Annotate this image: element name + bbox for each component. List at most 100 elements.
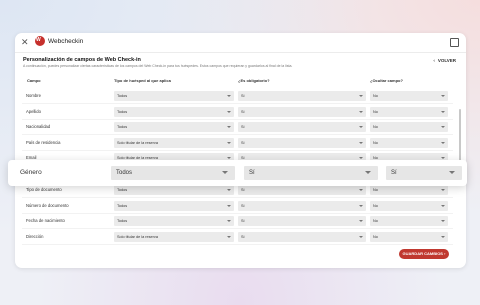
mandatory-select[interactable]: Sí bbox=[238, 91, 366, 101]
highlighted-mandatory-select[interactable]: Sí bbox=[244, 166, 378, 180]
hide-value: No bbox=[373, 141, 378, 145]
window-icon[interactable] bbox=[450, 38, 459, 47]
hide-value: No bbox=[373, 219, 378, 223]
mandatory-select[interactable]: Sí bbox=[238, 216, 366, 226]
guest-type-select[interactable]: Todos bbox=[114, 122, 234, 132]
hide-select[interactable]: No bbox=[370, 185, 448, 195]
chevron-down-icon bbox=[365, 171, 371, 174]
main-card: ✕ W Webcheckin Personalización de campos… bbox=[15, 33, 466, 268]
chevron-down-icon bbox=[441, 157, 445, 159]
mandatory-select[interactable]: Sí bbox=[238, 185, 366, 195]
guest-type-value: Solo titular de la reserva bbox=[117, 235, 158, 239]
highlighted-row-label: Género bbox=[20, 169, 42, 176]
mandatory-value: Sí bbox=[241, 219, 245, 223]
chevron-down-icon bbox=[227, 142, 231, 144]
chevron-down-icon bbox=[441, 189, 445, 191]
arrow-left-icon: ‹ bbox=[433, 58, 435, 63]
guest-type-select[interactable]: Todos bbox=[114, 185, 234, 195]
mandatory-value: Sí bbox=[241, 94, 245, 98]
chevron-down-icon bbox=[227, 189, 231, 191]
guest-type-select[interactable]: Todos bbox=[114, 91, 234, 101]
row-label: Nombre bbox=[26, 93, 41, 98]
chevron-down-icon bbox=[227, 220, 231, 222]
hide-select[interactable]: No bbox=[370, 232, 448, 242]
chevron-down-icon bbox=[359, 205, 363, 207]
row-divider bbox=[22, 197, 453, 198]
chevron-down-icon bbox=[441, 142, 445, 144]
hide-select[interactable]: No bbox=[370, 107, 448, 117]
column-header-field: Campo bbox=[27, 78, 41, 83]
chevron-down-icon bbox=[227, 205, 231, 207]
column-header-guest-type: Tipo de huésped al que aplica bbox=[114, 78, 171, 83]
hide-value: No bbox=[373, 125, 378, 129]
chevron-down-icon bbox=[441, 236, 445, 238]
chevron-down-icon bbox=[441, 126, 445, 128]
highlighted-guest-type-select[interactable]: Todos bbox=[111, 166, 235, 180]
guest-type-value: Todos bbox=[117, 188, 128, 192]
table-row: Nombre Todos Sí No bbox=[22, 89, 453, 103]
hide-select[interactable]: No bbox=[370, 122, 448, 132]
guest-type-value: Todos bbox=[117, 110, 128, 114]
back-button[interactable]: ‹ VOLVER bbox=[433, 58, 456, 63]
page-description: A continuación, puedes personalizar cier… bbox=[23, 64, 293, 68]
mandatory-select[interactable]: Sí bbox=[238, 122, 366, 132]
hide-select[interactable]: No bbox=[370, 201, 448, 211]
hide-select[interactable]: No bbox=[370, 138, 448, 148]
guest-type-value: Solo titular de la reserva bbox=[117, 141, 158, 145]
row-divider bbox=[22, 228, 453, 229]
row-divider bbox=[22, 103, 453, 104]
highlighted-hide-value: Sí bbox=[391, 170, 397, 176]
chevron-down-icon bbox=[227, 126, 231, 128]
mandatory-select[interactable]: Sí bbox=[238, 201, 366, 211]
mandatory-value: Sí bbox=[241, 110, 245, 114]
mandatory-select[interactable]: Sí bbox=[238, 138, 366, 148]
mandatory-select[interactable]: Sí bbox=[238, 107, 366, 117]
chevron-down-icon bbox=[441, 220, 445, 222]
guest-type-select[interactable]: Solo titular de la reserva bbox=[114, 138, 234, 148]
mandatory-value: Sí bbox=[241, 125, 245, 129]
guest-type-value: Todos bbox=[117, 219, 128, 223]
hide-select[interactable]: No bbox=[370, 216, 448, 226]
row-label: Tipo de documento bbox=[26, 187, 62, 192]
chevron-down-icon bbox=[441, 95, 445, 97]
arrow-right-icon: › bbox=[444, 251, 446, 256]
hide-value: No bbox=[373, 188, 378, 192]
chevron-down-icon bbox=[359, 95, 363, 97]
chevron-down-icon bbox=[227, 157, 231, 159]
chevron-down-icon bbox=[359, 142, 363, 144]
table-row: Dirección Solo titular de la reserva Sí No bbox=[22, 230, 453, 244]
mandatory-value: Sí bbox=[241, 188, 245, 192]
chevron-down-icon bbox=[359, 236, 363, 238]
highlighted-mandatory-value: Sí bbox=[249, 170, 255, 176]
chevron-down-icon bbox=[359, 126, 363, 128]
guest-type-select[interactable]: Todos bbox=[114, 216, 234, 226]
table-row: Apellido Todos Sí No bbox=[22, 105, 453, 119]
row-divider bbox=[22, 134, 453, 135]
save-changes-label: GUARDAR CAMBIOS bbox=[402, 251, 443, 256]
guest-type-select[interactable]: Solo titular de la reserva bbox=[114, 232, 234, 242]
guest-type-select[interactable]: Todos bbox=[114, 201, 234, 211]
table-row: País de residencia Solo titular de la res… bbox=[22, 136, 453, 150]
settings-icon[interactable]: ✕ bbox=[21, 37, 29, 48]
highlighted-hide-select[interactable]: Sí bbox=[386, 166, 462, 180]
title-bar: ✕ W Webcheckin bbox=[15, 33, 466, 53]
guest-type-value: Todos bbox=[117, 125, 128, 129]
hide-select[interactable]: No bbox=[370, 91, 448, 101]
logo-mark: W bbox=[36, 37, 41, 43]
app-title: Webcheckin bbox=[48, 38, 84, 45]
hide-value: No bbox=[373, 110, 378, 114]
hide-value: No bbox=[373, 204, 378, 208]
mandatory-select[interactable]: Sí bbox=[238, 232, 366, 242]
highlighted-guest-type-value: Todos bbox=[116, 170, 133, 176]
back-label: VOLVER bbox=[437, 58, 456, 63]
column-header-hide: ¿Ocultar campo? bbox=[370, 78, 403, 83]
chevron-down-icon bbox=[359, 111, 363, 113]
highlighted-row-genero: Género Todos Sí Sí bbox=[8, 160, 467, 186]
mandatory-value: Sí bbox=[241, 204, 245, 208]
hide-value: No bbox=[373, 235, 378, 239]
guest-type-select[interactable]: Todos bbox=[114, 107, 234, 117]
save-changes-button[interactable]: GUARDAR CAMBIOS › bbox=[399, 249, 449, 259]
column-header-mandatory: ¿Es obligatorio? bbox=[238, 78, 270, 83]
chevron-down-icon bbox=[359, 157, 363, 159]
table-row: Nacionalidad Todos Sí No bbox=[22, 120, 453, 134]
